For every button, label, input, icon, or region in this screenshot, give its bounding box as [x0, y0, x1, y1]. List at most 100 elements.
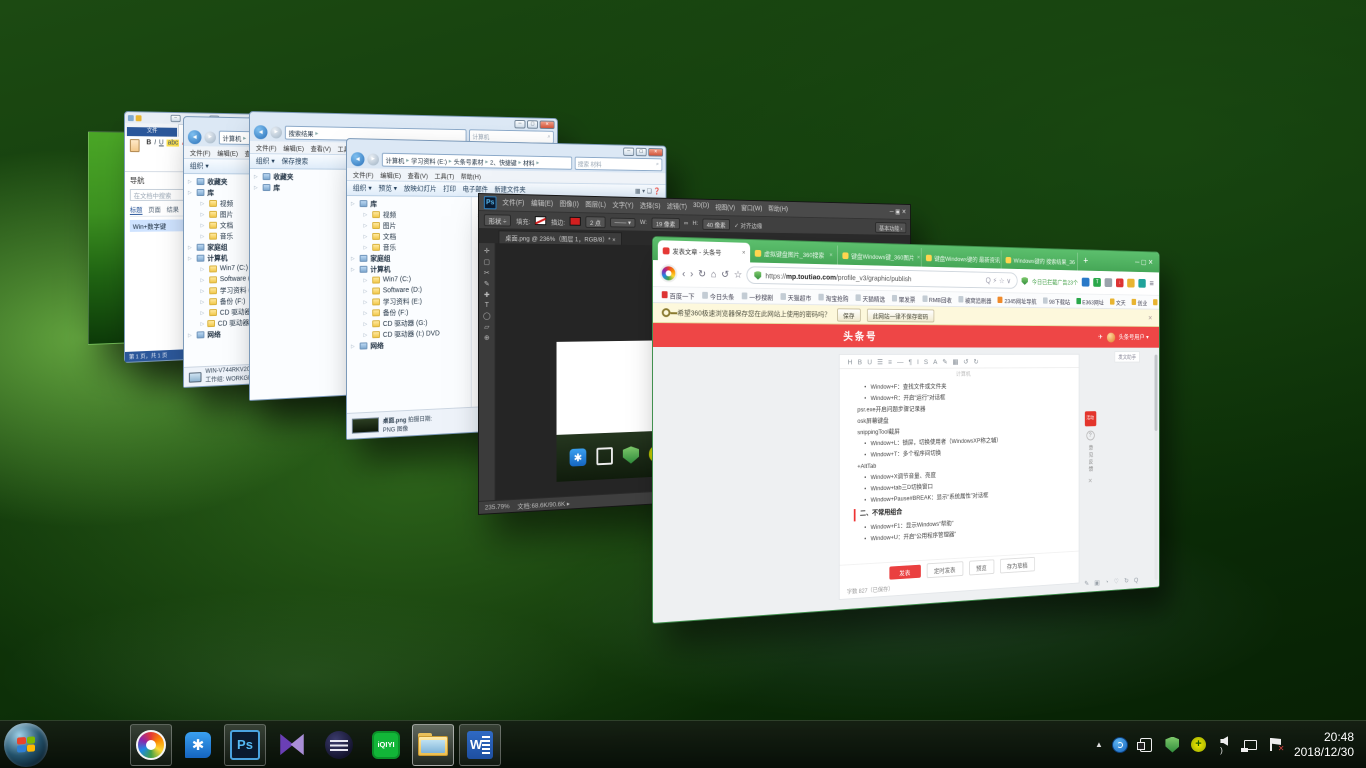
expander-icon[interactable]: ▷	[364, 310, 370, 316]
tool-icon[interactable]: ▢	[484, 258, 490, 266]
feedback-label[interactable]: 意见反馈	[1087, 445, 1094, 473]
menu-item[interactable]: 图像(I)	[560, 199, 579, 209]
scrollbar[interactable]	[1155, 355, 1158, 580]
forward-button[interactable]: ›	[690, 268, 693, 279]
address-bar-icons[interactable]: Q ⚡ ☆ ∨	[986, 276, 1011, 285]
tool-icon[interactable]: ✛	[484, 247, 490, 255]
toolbar-item[interactable]: 预览 ▾	[378, 183, 397, 193]
new-tab-button[interactable]: +	[1078, 255, 1094, 266]
menu-item[interactable]: 选择(S)	[640, 201, 661, 211]
back-button[interactable]: ◂	[351, 152, 365, 166]
sidebar-item[interactable]: ▷ 视频	[351, 209, 471, 220]
close-icon[interactable]: ✕	[1088, 477, 1092, 484]
menu-item[interactable]: 工具(T)	[435, 170, 455, 180]
expander-icon[interactable]: ▷	[201, 321, 205, 327]
tool-icon[interactable]: ✂	[484, 269, 490, 277]
undo-icon[interactable]	[136, 115, 142, 121]
bookmark-star-icon[interactable]: ☆	[734, 269, 742, 280]
link-dimensions-icon[interactable]: ∞	[684, 220, 688, 227]
tray-antivirus-icon[interactable]: +	[1190, 736, 1207, 753]
toolbar-item[interactable]: 保存搜索	[281, 156, 308, 166]
expander-icon[interactable]: ▷	[201, 299, 207, 305]
tray-security-shield-icon[interactable]	[1164, 736, 1181, 753]
expander-icon[interactable]: ▷	[351, 266, 357, 272]
link-icon[interactable]: ✎	[1084, 579, 1089, 587]
bookmark-item[interactable]: 创业	[1132, 298, 1148, 307]
bookmark-item[interactable]: 文天	[1110, 297, 1126, 306]
editor-toolbar-icon[interactable]: S	[924, 357, 928, 365]
menu-item[interactable]: 编辑(E)	[531, 198, 553, 208]
browser-tab[interactable]: 发表文章 - 头条号 ×	[658, 240, 750, 262]
download-icon[interactable]: ↓	[1116, 278, 1124, 287]
expander-icon[interactable]: ▷	[201, 310, 207, 316]
bookmark-item[interactable]: 天猫精选	[856, 293, 886, 303]
zoom-icon[interactable]: Q	[1134, 576, 1138, 584]
close-button[interactable]: ✕	[540, 120, 555, 129]
save-password-button[interactable]: 保存	[837, 308, 861, 322]
expander-icon[interactable]: ▷	[351, 343, 357, 349]
browser-logo-icon[interactable]	[660, 264, 677, 282]
sidebar-item[interactable]: ▷ 图片	[351, 220, 471, 231]
toolbar-item[interactable]: 组织 ▾	[256, 156, 275, 166]
taskbar-360-browser[interactable]	[130, 724, 172, 766]
height-field[interactable]: 40 像素	[702, 218, 730, 230]
taskbar-iqiy[interactable]: iQIYI	[365, 724, 407, 766]
tool-mode-select[interactable]: 形状 ÷	[484, 214, 511, 226]
clipboard-icon[interactable]	[130, 139, 140, 152]
taskbar-photoshop[interactable]: Ps	[224, 724, 266, 766]
minimize-button[interactable]: ─	[623, 147, 634, 156]
menu-item[interactable]: 文件(F)	[256, 142, 277, 152]
editor-toolbar-icon[interactable]: I	[917, 357, 919, 365]
width-field[interactable]: 19 像素	[651, 217, 679, 229]
close-button[interactable]: ✕	[648, 148, 663, 157]
menu-icon[interactable]: ≡	[1150, 279, 1154, 289]
editor-toolbar-icon[interactable]: ↺	[963, 357, 968, 365]
translate-extension-icon[interactable]: T	[1093, 278, 1101, 287]
stroke-style-select[interactable]: —— ▾	[610, 217, 635, 227]
never-save-button[interactable]: 此网站一律不保存密码	[867, 308, 934, 322]
action-center-flag-icon[interactable]	[1268, 736, 1285, 753]
editor-toolbar-icon[interactable]: A	[933, 357, 937, 365]
network-icon[interactable]	[1242, 736, 1259, 753]
clock-icon[interactable]: ◔	[1105, 578, 1108, 586]
taskbar-360-assistant[interactable]: ✱	[177, 724, 219, 766]
editor-toolbar-icon[interactable]: H	[848, 357, 853, 366]
bookmark-item[interactable]: 天猫超市	[780, 292, 811, 302]
menu-item[interactable]: 文件(F)	[502, 198, 524, 208]
home-button[interactable]: ⌂	[711, 269, 717, 280]
window-browser[interactable]: 发表文章 - 头条号 × 虚拟键盘图片_360搜索 × 键盘Windows键_3…	[652, 236, 1160, 624]
expander-icon[interactable]: ▷	[188, 244, 194, 250]
expander-icon[interactable]: ▷	[201, 211, 207, 217]
expander-icon[interactable]: ▷	[188, 255, 194, 261]
window-controls[interactable]: ─ ▣ ✕	[890, 208, 906, 215]
menu-item[interactable]: 图层(L)	[585, 200, 606, 210]
breadcrumb-item[interactable]: 学习资料 (E:)	[411, 155, 447, 165]
help-icon[interactable]: ?	[1086, 431, 1094, 441]
breadcrumb-item[interactable]: 头条号素材	[454, 156, 484, 166]
stroke-size-select[interactable]: 2 点	[585, 216, 605, 228]
maximize-button[interactable]: ▢	[527, 120, 538, 129]
editor-body[interactable]: Window+F：查找文件或文件夹Window+R：开启“运行”对话框psr.e…	[840, 378, 1079, 565]
workspace-switcher[interactable]: 基本功能 ‹	[875, 222, 906, 233]
nav-tab[interactable]: 页面	[148, 204, 161, 215]
bookmark-item[interactable]: E363网址	[1076, 297, 1104, 306]
extension-icon[interactable]	[1082, 278, 1090, 287]
tool-icon[interactable]: ⊕	[484, 334, 490, 342]
volume-icon[interactable]: )	[1216, 736, 1233, 753]
bookmark-item[interactable]: 今日头条	[702, 290, 734, 300]
toolbar-item[interactable]: 组织 ▾	[353, 183, 372, 193]
back-button[interactable]: ◂	[188, 130, 202, 144]
taskbar-word[interactable]: W	[459, 724, 501, 766]
editor-toolbar-icon[interactable]: ↻	[973, 357, 978, 365]
avatar[interactable]	[1107, 332, 1115, 342]
expander-icon[interactable]: ▷	[201, 233, 207, 239]
minimize-button[interactable]: ─	[514, 120, 525, 129]
grid-icon[interactable]: ▣	[1094, 578, 1099, 586]
extension-icon[interactable]	[1105, 278, 1113, 287]
sidebar-item[interactable]: ▷ 文档	[351, 231, 471, 242]
address-bar[interactable]: https://mp.toutiao.com/profile_v3/graphi…	[747, 266, 1018, 289]
browser-tab[interactable]: Windows键的 搜索结果_36 ×	[1002, 250, 1078, 270]
window-controls[interactable]: ─ ▢ ✕	[1129, 258, 1159, 267]
expander-icon[interactable]: ▷	[364, 244, 370, 250]
tab-close-icon[interactable]: ×	[917, 254, 920, 261]
